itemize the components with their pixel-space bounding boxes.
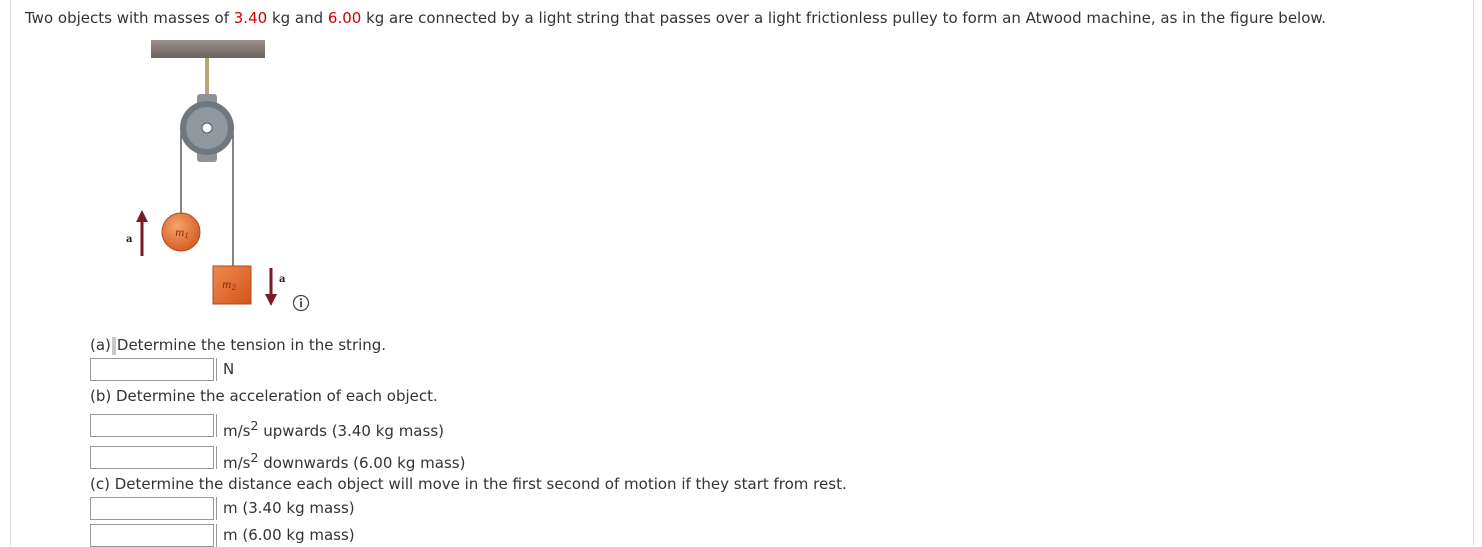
accel-m1-unit-label: m/s2 upwards (3.40 kg mass) [216, 414, 444, 440]
part-a-question: (a) Determine the tension in the string. [90, 336, 387, 355]
problem-statement: Two objects with masses of 3.40 kg and 6… [25, 9, 1327, 27]
atwood-machine-figure: m1 a m2 a [126, 40, 286, 306]
tension-answer-input[interactable] [90, 358, 214, 381]
part-b-question: (b) Determine the acceleration of each o… [90, 387, 438, 405]
distance-m2-answer-input[interactable] [90, 524, 214, 547]
mass-2-label: m [222, 280, 231, 291]
mass-1-value: 3.40 [233, 9, 268, 27]
accel-m2-unit-label: m/s2 downwards (6.00 kg mass) [216, 446, 465, 472]
accel-m2-answer-input[interactable] [90, 446, 214, 469]
distance-m1-answer-input[interactable] [90, 497, 214, 520]
distance-m2-unit-label: m (6.00 kg mass) [216, 524, 355, 547]
accel-m1-answer-input[interactable] [90, 414, 214, 437]
mass-1-sphere: m1 [161, 212, 201, 252]
accel-arrow-down: a [265, 268, 286, 306]
mass-1-label: m [175, 228, 184, 239]
distance-m1-unit-label: m (3.40 kg mass) [216, 497, 355, 520]
accel-arrow-up: a [126, 210, 148, 256]
mass-2-value: 6.00 [327, 9, 362, 27]
info-icon[interactable] [292, 294, 310, 312]
ceiling [151, 40, 265, 58]
tension-unit-label: N [216, 358, 234, 381]
pulley [180, 94, 234, 162]
part-c-question: (c) Determine the distance each object w… [90, 475, 847, 493]
accel-label-left: a [126, 234, 133, 245]
mass-2-block: m2 [212, 265, 252, 305]
accel-label-right: a [279, 274, 286, 285]
